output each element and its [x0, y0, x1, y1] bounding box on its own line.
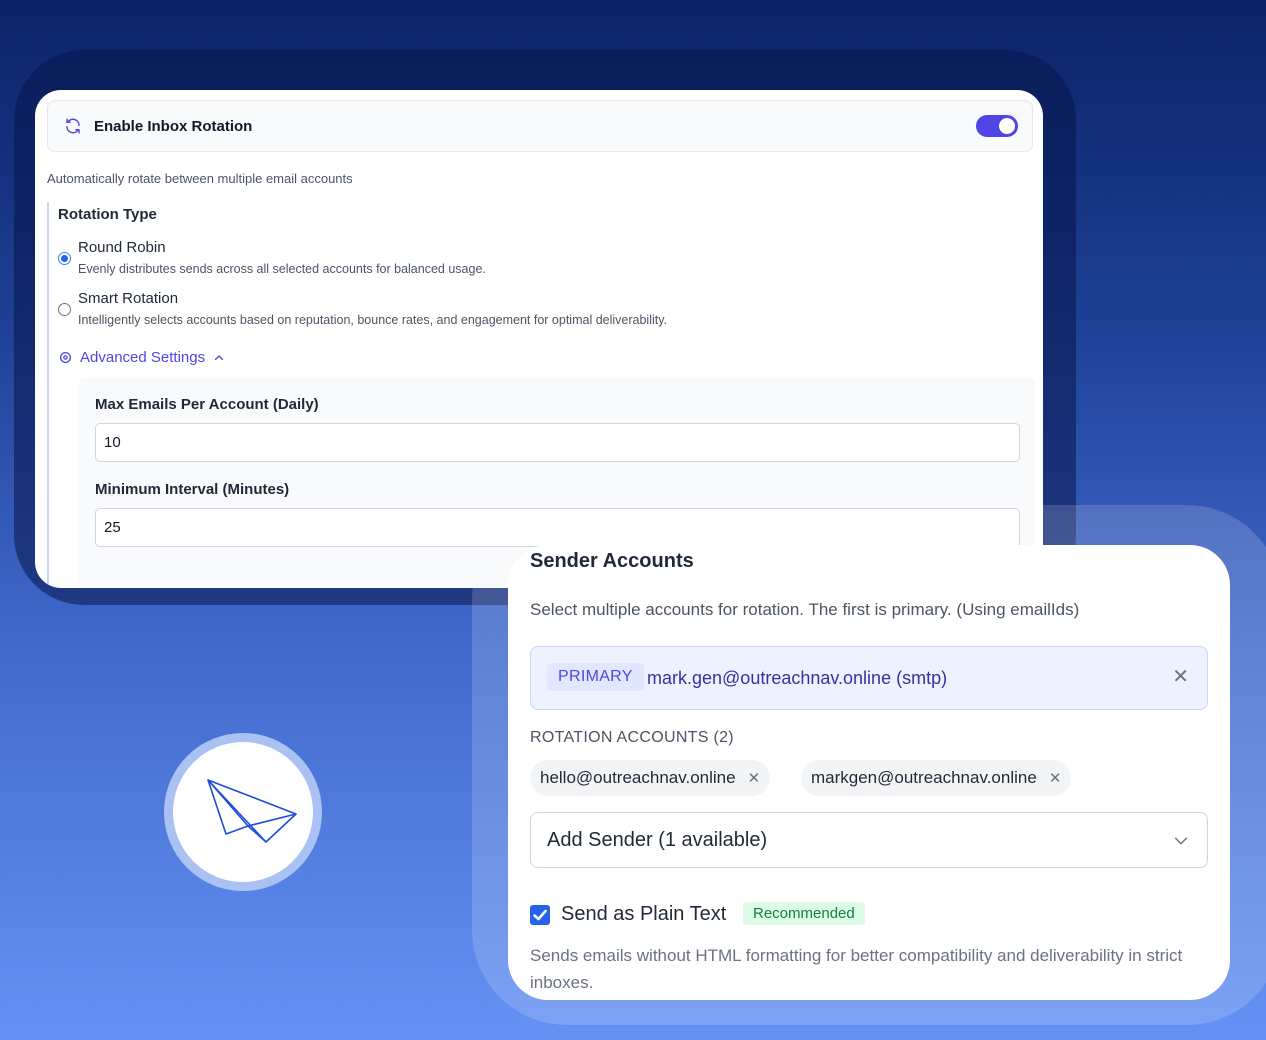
round-robin-description: Evenly distributes sends across all sele… — [78, 262, 486, 276]
chevron-down-icon — [1174, 837, 1188, 845]
plain-text-description: Sends emails without HTML formatting for… — [530, 946, 1183, 992]
remove-chip-close-icon[interactable]: ✕ — [748, 770, 761, 787]
inbox-rotation-card: Enable Inbox Rotation Automatically rota… — [35, 90, 1043, 588]
sender-accounts-title: Sender Accounts — [530, 550, 694, 572]
checkmark-icon — [533, 909, 547, 921]
primary-email: mark.gen@outreachnav.online (smtp) — [647, 668, 948, 688]
paper-plane-icon — [207, 779, 297, 843]
advanced-settings-label: Advanced Settings — [80, 349, 206, 366]
min-interval-input[interactable]: 25 — [95, 508, 1020, 547]
sender-accounts-description: Select multiple accounts for rotation. T… — [530, 600, 1080, 619]
paper-plane-badge — [164, 733, 322, 891]
remove-primary-close-icon[interactable]: ✕ — [1172, 667, 1189, 687]
max-emails-label: Max Emails Per Account (Daily) — [95, 396, 319, 413]
smart-rotation-label[interactable]: Smart Rotation — [78, 290, 178, 307]
chevron-up-icon — [214, 354, 224, 360]
refresh-icon — [66, 118, 80, 134]
chip-email: hello@outreachnav.online — [540, 768, 736, 787]
recommended-badge: Recommended — [743, 902, 865, 925]
smart-rotation-description: Intelligently selects accounts based on … — [78, 313, 668, 327]
enable-rotation-row[interactable]: Enable Inbox Rotation — [47, 100, 1033, 152]
rotation-account-chip: hello@outreachnav.online ✕ — [530, 760, 771, 796]
add-sender-select[interactable]: Add Sender (1 available) — [530, 812, 1208, 868]
round-robin-label[interactable]: Round Robin — [78, 239, 166, 256]
min-interval-label: Minimum Interval (Minutes) — [95, 481, 290, 498]
max-emails-input[interactable]: 10 — [95, 423, 1020, 462]
plain-text-checkbox[interactable] — [530, 905, 550, 925]
plain-text-label[interactable]: Send as Plain Text — [561, 903, 726, 926]
enable-rotation-toggle[interactable] — [976, 115, 1018, 137]
toggle-knob — [999, 118, 1015, 134]
radio-smart-rotation[interactable] — [58, 303, 71, 316]
primary-account: PRIMARY mark.gen@outreachnav.online (smt… — [530, 646, 1208, 710]
rotation-type-title: Rotation Type — [58, 206, 157, 223]
sender-accounts-card: Sender Accounts Select multiple accounts… — [508, 545, 1230, 1000]
advanced-settings-toggle[interactable]: Advanced Settings — [59, 349, 225, 366]
gear-icon — [59, 351, 72, 364]
primary-badge: PRIMARY — [547, 663, 644, 691]
rotation-type-panel: Rotation Type Round Robin Evenly distrib… — [47, 202, 1035, 588]
rotation-accounts-label: ROTATION ACCOUNTS (2) — [530, 729, 734, 746]
remove-chip-close-icon[interactable]: ✕ — [1049, 770, 1062, 787]
chip-email: markgen@outreachnav.online — [811, 768, 1037, 787]
add-sender-placeholder: Add Sender (1 available) — [547, 829, 768, 851]
rotation-description: Automatically rotate between multiple em… — [47, 171, 353, 186]
radio-round-robin[interactable] — [58, 252, 71, 265]
enable-rotation-label: Enable Inbox Rotation — [94, 118, 253, 135]
rotation-account-chip: markgen@outreachnav.online ✕ — [801, 760, 1072, 796]
